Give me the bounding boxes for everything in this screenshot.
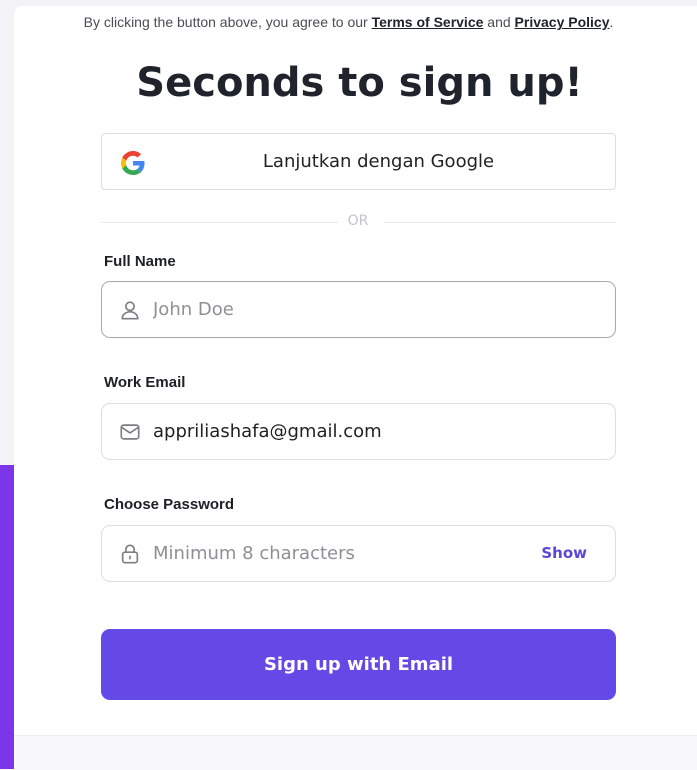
signup-email-button[interactable]: Sign up with Email	[101, 629, 616, 700]
page-title: Seconds to sign up!	[136, 60, 583, 106]
divider-or: OR	[347, 213, 369, 229]
lock-icon	[121, 544, 139, 564]
work-email-field[interactable]	[101, 403, 616, 460]
full-name-label: Full Name	[104, 253, 176, 270]
password-input[interactable]	[153, 526, 553, 581]
show-password-toggle[interactable]: Show	[541, 526, 587, 581]
terms-and: and	[483, 14, 515, 30]
google-signin-button[interactable]: Lanjutkan dengan Google	[101, 133, 616, 190]
work-email-label: Work Email	[104, 374, 186, 391]
footer-bar	[14, 735, 697, 770]
full-name-input[interactable]	[153, 282, 553, 337]
terms-of-service-link[interactable]: Terms of Service	[372, 14, 484, 30]
terms-notice: By clicking the button above, you agree …	[0, 14, 697, 30]
password-field[interactable]: Show	[101, 525, 616, 582]
google-button-label: Lanjutkan dengan Google	[262, 151, 495, 172]
envelope-icon	[120, 424, 140, 440]
divider-line-right	[384, 222, 616, 223]
terms-suffix: .	[609, 14, 614, 30]
full-name-field[interactable]	[101, 281, 616, 338]
password-label: Choose Password	[104, 496, 235, 513]
divider-line-left	[101, 222, 338, 223]
work-email-input[interactable]	[153, 404, 553, 459]
user-icon	[121, 301, 139, 320]
terms-prefix: By clicking the button above, you agree …	[83, 14, 372, 30]
privacy-policy-link[interactable]: Privacy Policy	[515, 14, 610, 30]
